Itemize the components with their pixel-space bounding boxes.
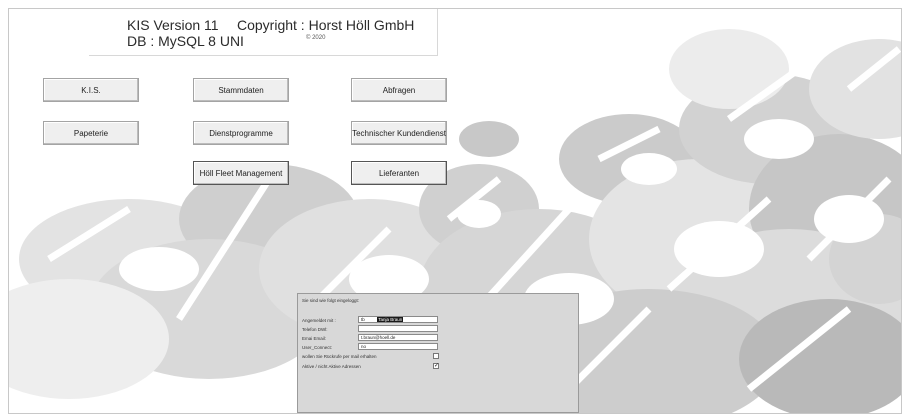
version-label: KIS Version 11 — [127, 17, 219, 33]
logged-in-user-field[interactable]: tb Tanja Braun — [358, 316, 438, 323]
email-field[interactable]: t.braun@hoell.de — [358, 334, 438, 341]
user-connect-label: User_Connect: — [302, 345, 333, 350]
logged-in-label: Angemeldet mit : — [302, 318, 336, 323]
technischer-kundendienst-button[interactable]: Technischer Kundendienst — [351, 121, 447, 145]
copyright-label: Copyright : Horst Höll GmbH — [237, 17, 415, 33]
main-window: KIS Version 11 Copyright : Horst Höll Gm… — [8, 8, 902, 414]
user-code: tb — [361, 317, 365, 322]
callback-mail-label: wollen Sie Rückrufe per mail erhalten — [302, 354, 377, 359]
kis-button[interactable]: K.I.S. — [43, 78, 139, 102]
login-panel-title: Sie sind wie folgt eingeloggt: — [302, 298, 360, 303]
user-connect-field[interactable]: no — [358, 343, 438, 350]
lieferanten-button[interactable]: Lieferanten — [351, 161, 447, 185]
database-label: DB : MySQL 8 UNI — [127, 33, 244, 49]
email-label: Emai Email: — [302, 336, 327, 341]
callback-mail-checkbox[interactable] — [433, 353, 439, 359]
stammdaten-button[interactable]: Stammdaten — [193, 78, 289, 102]
phone-label: Telefon DWl: — [302, 327, 328, 332]
active-addresses-checkbox[interactable]: ✓ — [433, 363, 439, 369]
app-header: KIS Version 11 Copyright : Horst Höll Gm… — [89, 9, 438, 56]
papeterie-button[interactable]: Papeterie — [43, 121, 139, 145]
copyright-year: © 2020 — [306, 35, 326, 41]
active-addresses-label: Aktive / nicht Aktive Adressen — [302, 364, 361, 369]
login-info-panel: Sie sind wie folgt eingeloggt: Angemelde… — [297, 293, 579, 413]
phone-field[interactable] — [358, 325, 438, 332]
dienstprogramme-button[interactable]: Dienstprogramme — [193, 121, 289, 145]
fleet-management-button[interactable]: Höll Fleet Management — [193, 161, 289, 185]
abfragen-button[interactable]: Abfragen — [351, 78, 447, 102]
user-name-selected: Tanja Braun — [377, 317, 404, 322]
